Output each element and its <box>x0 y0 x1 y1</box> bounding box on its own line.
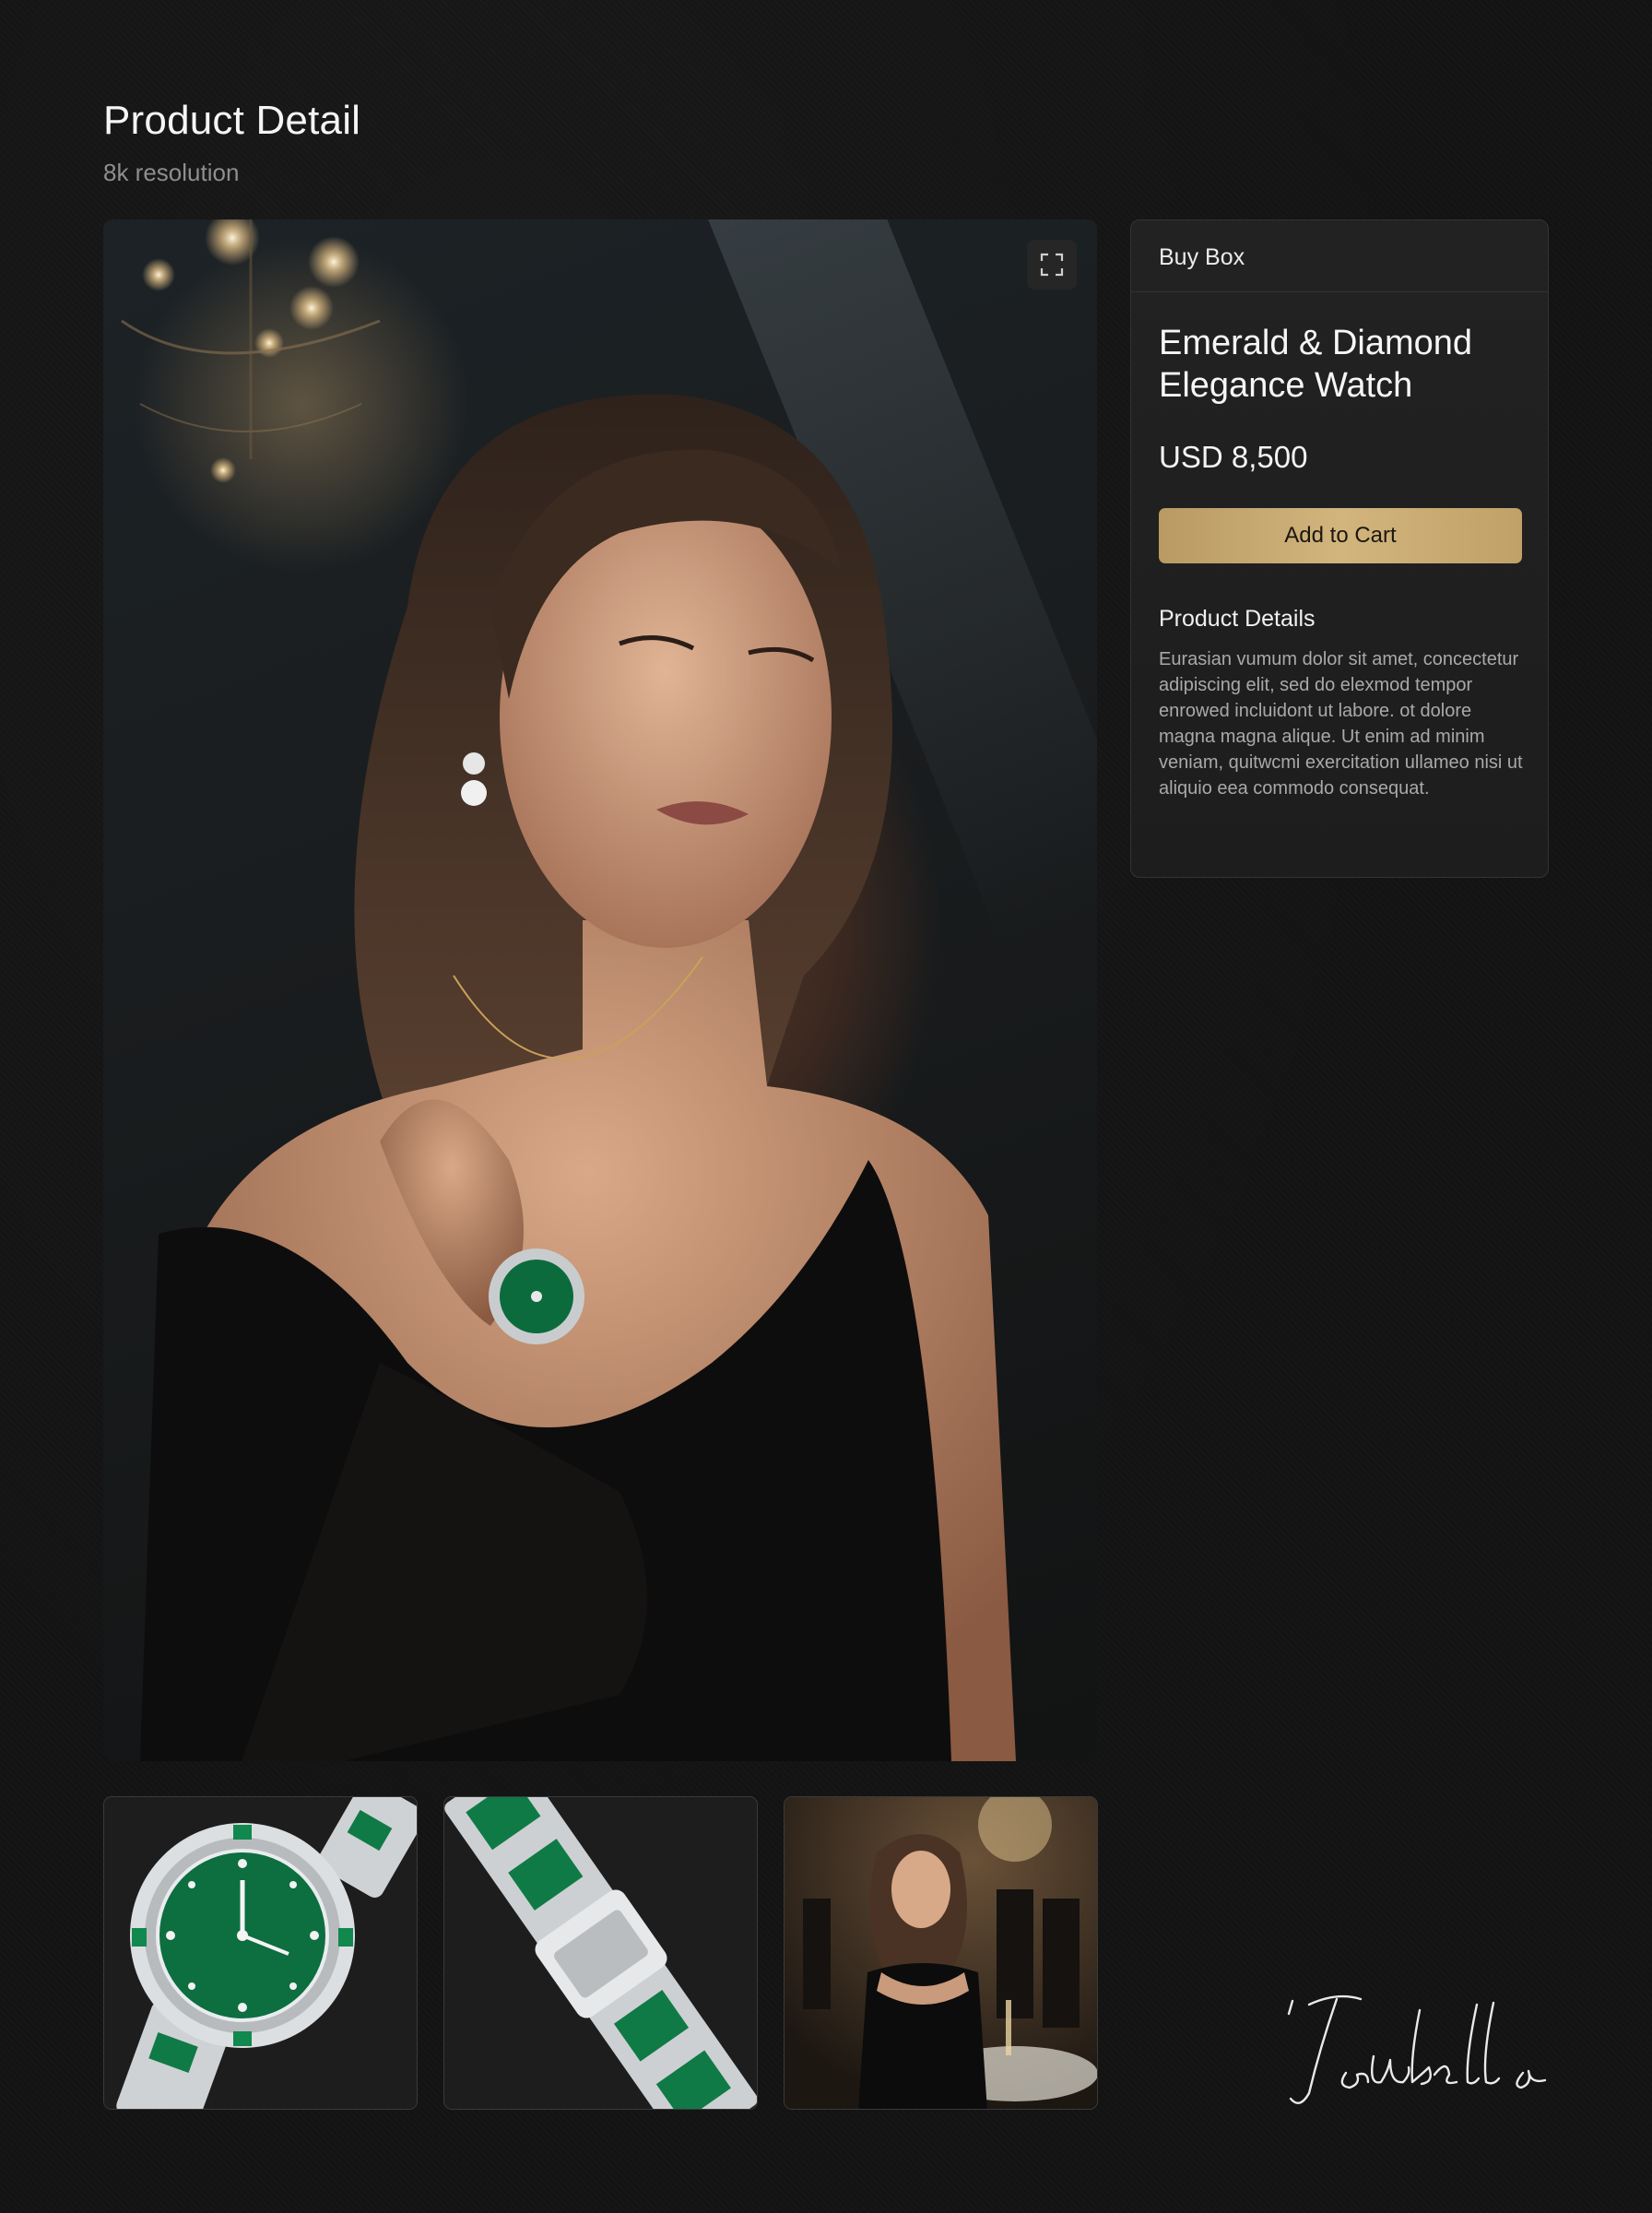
buy-box: Buy Box Emerald & Diamond Elegance Watch… <box>1130 219 1549 878</box>
product-details-heading: Product Details <box>1159 606 1316 632</box>
product-name: Emerald & Diamond Elegance Watch <box>1159 324 1473 405</box>
expand-button[interactable] <box>1027 240 1077 290</box>
watch-clasp-image <box>444 1797 757 2109</box>
expand-icon <box>1040 253 1064 277</box>
hero-product-image[interactable] <box>103 219 1097 1761</box>
model-figure <box>140 394 1016 1761</box>
watch-face-image <box>104 1797 417 2109</box>
thumbnail-lifestyle[interactable] <box>784 1796 1098 2110</box>
page-subtitle: 8k resolution <box>103 159 240 186</box>
buy-box-label: Buy Box <box>1131 220 1548 292</box>
page-title: Product Detail <box>103 98 361 143</box>
signature-isabella <box>1287 1994 1547 2104</box>
add-to-cart-button[interactable]: Add to Cart <box>1159 508 1522 563</box>
product-details-text: Eurasian vumum dolor sit amet, concectet… <box>1159 649 1523 799</box>
lifestyle-image <box>785 1797 1097 2109</box>
product-price: USD 8,500 <box>1159 440 1308 474</box>
thumbnail-watch-face[interactable] <box>103 1796 418 2110</box>
thumbnail-watch-clasp[interactable] <box>443 1796 758 2110</box>
